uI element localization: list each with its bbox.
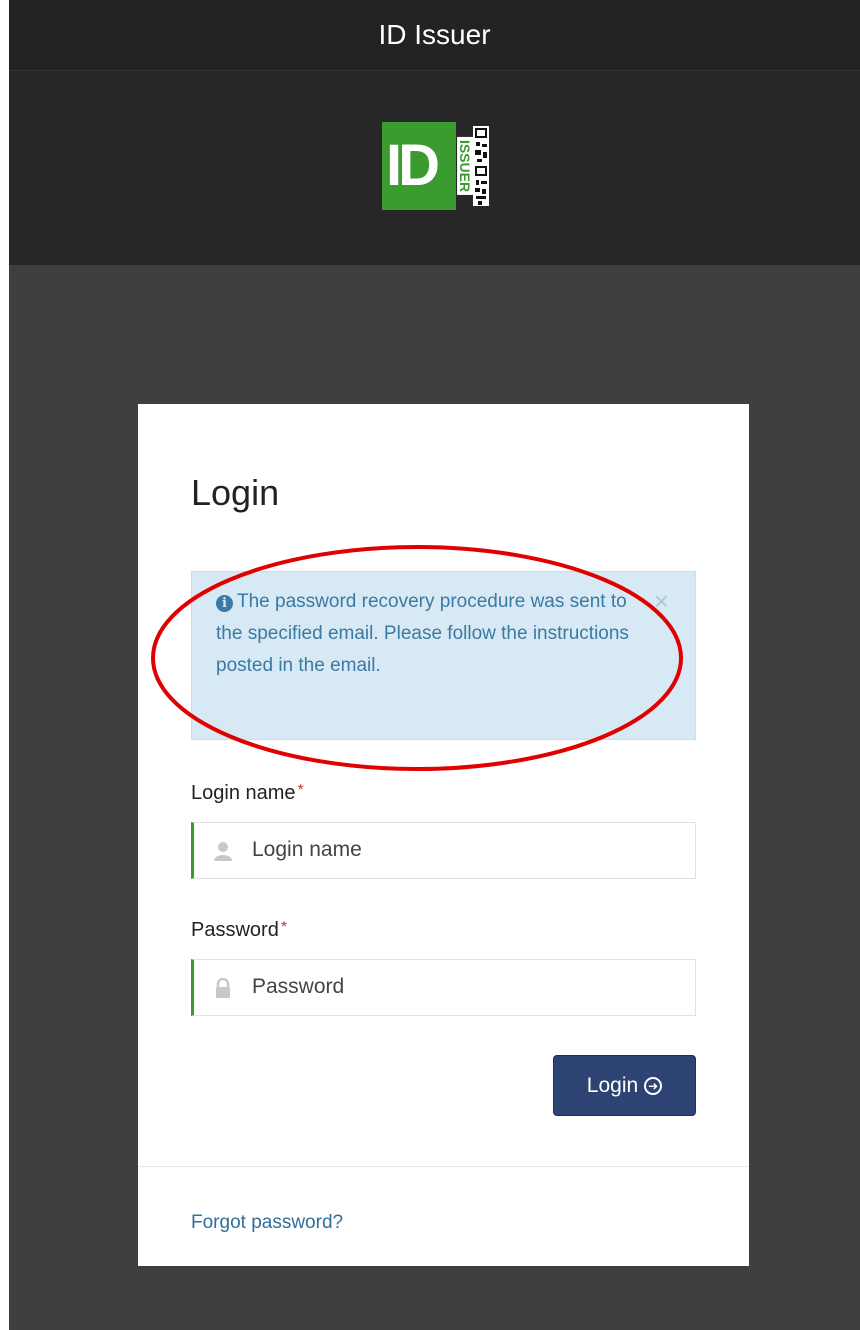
info-icon: i — [216, 595, 233, 612]
login-name-input[interactable]: Login name — [191, 822, 696, 879]
password-label-text: Password — [191, 919, 279, 941]
logo-vertical-label: ISSUER — [457, 126, 473, 206]
forgot-password-link[interactable]: Forgot password? — [191, 1212, 343, 1234]
alert-message: The password recovery procedure was sent… — [216, 591, 629, 676]
login-title: Login — [191, 472, 280, 513]
password-input[interactable]: Password — [191, 959, 696, 1016]
login-button[interactable]: Login ➜ — [553, 1055, 696, 1116]
window-title: ID Issuer — [378, 19, 491, 50]
lock-icon — [216, 978, 230, 998]
arrow-circle-right-icon: ➜ — [644, 1076, 663, 1095]
required-marker: * — [280, 919, 288, 936]
header-logo-band: ID ISSUER — [9, 71, 860, 265]
user-icon — [214, 842, 232, 861]
login-card: Login i The password recovery procedure w… — [138, 404, 749, 1266]
password-label: Password * — [191, 919, 287, 942]
id-issuer-logo: ID ISSUER — [382, 122, 489, 210]
login-name-label: Login name * — [191, 782, 304, 805]
window-left-edge — [0, 0, 9, 1330]
logo-id-text: ID — [382, 122, 456, 210]
window-titlebar: ID Issuer — [9, 0, 860, 71]
required-marker: * — [297, 782, 304, 799]
logo-issuer-text: ISSUER — [457, 136, 473, 196]
password-placeholder: Password — [252, 975, 345, 998]
logo-barcode — [473, 126, 489, 206]
login-button-label: Login — [586, 1073, 639, 1097]
password-recovery-alert: i The password recovery procedure was sen… — [191, 571, 696, 740]
card-footer-divider — [138, 1166, 749, 1167]
login-name-label-text: Login name — [191, 782, 296, 804]
login-name-placeholder: Login name — [252, 838, 362, 861]
alert-close-button[interactable]: × — [654, 588, 669, 614]
